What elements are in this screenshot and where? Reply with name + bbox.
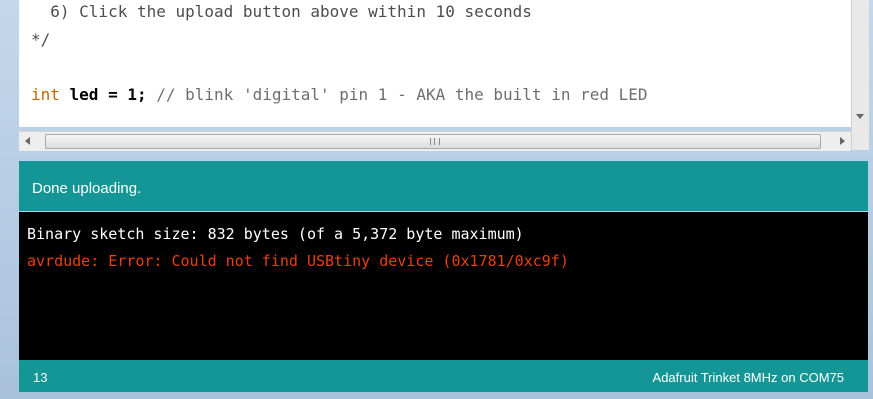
footer-board-info: Adafruit Trinket 8MHz on COM75: [652, 370, 844, 385]
footer-line-number: 13: [33, 370, 48, 385]
code-line-led-declaration: int led = 1; // blink 'digital' pin 1 - …: [31, 85, 648, 104]
status-message: Done uploading.: [32, 180, 142, 197]
scroll-down-arrow-icon[interactable]: [856, 114, 864, 119]
console-line-sketch-size: Binary sketch size: 832 bytes (of a 5,37…: [27, 225, 524, 243]
horizontal-scroll-thumb[interactable]: [45, 134, 821, 149]
code-keyword-int: int: [31, 85, 60, 104]
scroll-left-arrow-icon[interactable]: [25, 137, 30, 145]
scroll-grip-icon: [430, 138, 440, 145]
editor-horizontal-scrollbar[interactable]: [19, 131, 851, 151]
code-editor[interactable]: 6) Click the upload button above within …: [19, 0, 851, 127]
scroll-right-arrow-icon[interactable]: [840, 137, 845, 145]
code-led-assignment: led = 1;: [59, 85, 147, 104]
status-bar: Done uploading.: [19, 161, 868, 211]
code-line-upload-instruction: 6) Click the upload button above within …: [31, 2, 532, 21]
editor-vertical-scrollbar[interactable]: [851, 0, 869, 150]
console-line-error: avrdude: Error: Could not find USBtiny d…: [27, 252, 569, 270]
code-line-comment-end: */: [31, 30, 51, 49]
output-console: Binary sketch size: 832 bytes (of a 5,37…: [19, 212, 868, 360]
footer-bar: 13 Adafruit Trinket 8MHz on COM75: [19, 360, 868, 392]
code-inline-comment: // blink 'digital' pin 1 - AKA the built…: [146, 85, 648, 104]
